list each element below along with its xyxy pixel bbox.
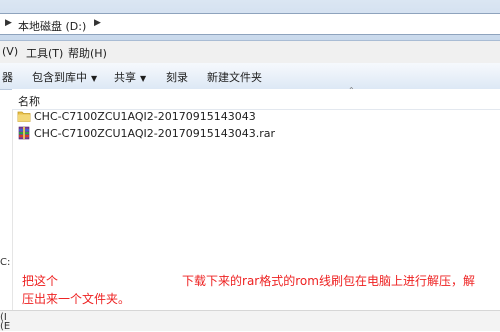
status-bar (0, 310, 500, 331)
include-in-library-label: 包含到库中 (32, 71, 87, 84)
menu-bar: (V) 工具(T) 帮助(H) (0, 41, 500, 64)
column-name-label: 名称 (18, 95, 40, 108)
breadcrumb-arrow-icon[interactable]: ▶ (5, 18, 12, 28)
file-name: CHC-C7100ZCU1AQI2-20170915143043.rar (34, 127, 276, 140)
file-row[interactable]: CHC-C7100ZCU1AQI2-20170915143043 (14, 108, 494, 126)
new-folder-button[interactable]: 新建文件夹 (207, 69, 262, 85)
share-label: 共享 (114, 71, 136, 84)
file-row[interactable]: CHC-C7100ZCU1AQI2-20170915143043.rar (14, 125, 494, 143)
rar-archive-icon (18, 126, 30, 140)
menu-view[interactable]: (V) (2, 45, 18, 58)
dropdown-caret-icon: ▼ (91, 74, 98, 83)
organize-button[interactable]: 器 (2, 69, 13, 85)
navigation-pane-edge (0, 89, 13, 330)
address-bar: ▶ 本地磁盘 (D:) ▶ (0, 0, 500, 41)
instruction-caption: 把这个 下载下来的rar格式的rom线刷包在电脑上进行解压，解压出来一个文件夹。 (22, 272, 482, 308)
share-button[interactable]: 共享 ▼ (114, 69, 146, 85)
column-header-name[interactable]: ⌃ 名称 (12, 86, 500, 110)
command-toolbar: 器 包含到库中 ▼ 共享 ▼ 刻录 新建文件夹 (0, 63, 500, 90)
dropdown-caret-icon: ▼ (140, 74, 147, 83)
burn-button[interactable]: 刻录 (166, 69, 188, 85)
address-path: 本地磁盘 (D:) (18, 20, 87, 33)
drive-fragment[interactable]: C: (0, 257, 10, 268)
caption-text-start: 把这个 (22, 274, 59, 288)
redacted-region (58, 275, 183, 288)
menu-help[interactable]: 帮助(H) (68, 45, 107, 61)
menu-tools[interactable]: 工具(T) (26, 45, 63, 61)
include-in-library-button[interactable]: 包含到库中 ▼ (32, 69, 97, 85)
sort-arrow-icon: ⌃ (348, 86, 355, 95)
breadcrumb-arrow-icon[interactable]: ▶ (94, 18, 101, 28)
folder-icon (17, 111, 31, 122)
drive-fragment[interactable]: (E (0, 321, 10, 332)
address-field[interactable]: ▶ 本地磁盘 (D:) ▶ (0, 13, 500, 35)
file-name: CHC-C7100ZCU1AQI2-20170915143043 (34, 110, 256, 123)
